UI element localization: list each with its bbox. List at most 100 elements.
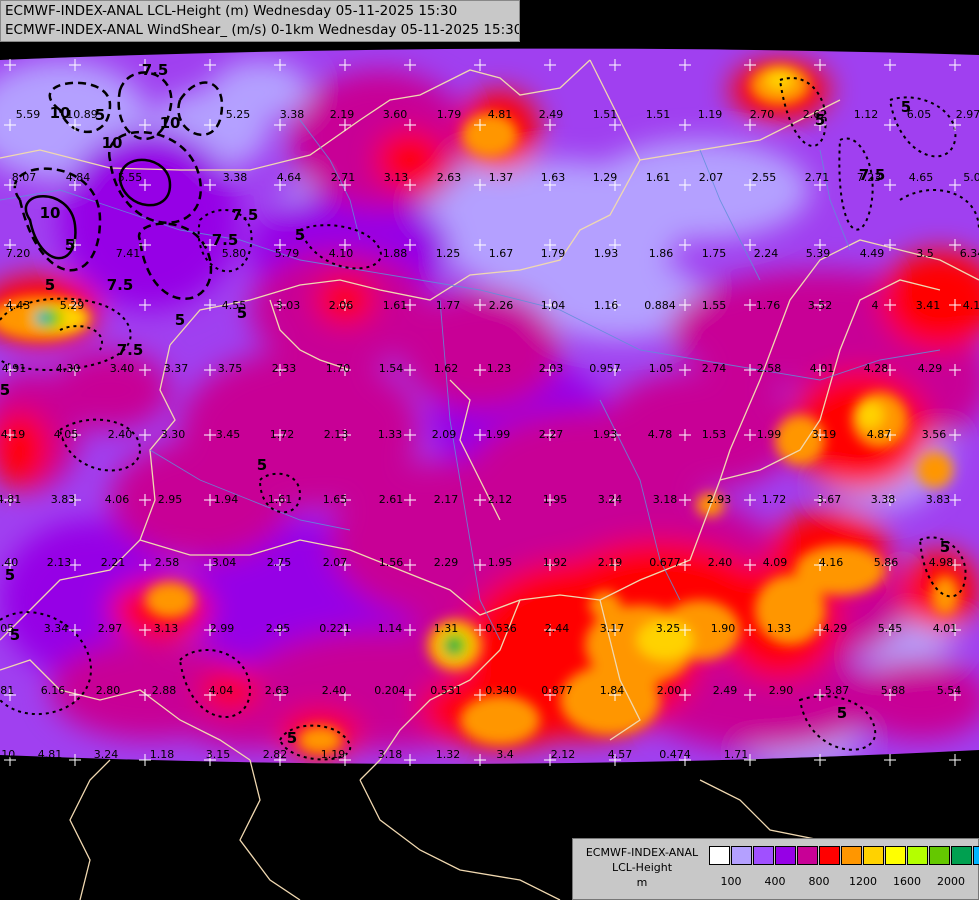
windshear-value: 2.93 <box>707 493 732 506</box>
windshear-value: 4.30 <box>56 362 81 375</box>
windshear-value: 0.957 <box>589 362 621 375</box>
windshear-value: 3.37 <box>164 362 189 375</box>
windshear-value: 0.531 <box>430 684 462 697</box>
contour-label: 5 <box>0 381 10 399</box>
windshear-value: 1.93 <box>593 428 618 441</box>
windshear-value: 1.55 <box>702 299 727 312</box>
windshear-value: 2.29 <box>434 556 459 569</box>
legend-model: ECMWF-INDEX-ANAL <box>585 846 699 859</box>
windshear-value: 1.16 <box>594 299 619 312</box>
windshear-value: 3.4 <box>496 748 514 761</box>
windshear-value: 1.72 <box>270 428 295 441</box>
windshear-value: 2.27 <box>539 428 564 441</box>
windshear-value: 4 <box>872 299 879 312</box>
windshear-value: 2.24 <box>754 247 779 260</box>
windshear-value: 1.18 <box>150 748 175 761</box>
legend-swatch <box>973 846 979 865</box>
windshear-value: 1.25 <box>436 247 461 260</box>
windshear-value: 3.04 <box>212 556 237 569</box>
windshear-value: 4.87 <box>867 428 892 441</box>
windshear-value: 2.88 <box>152 684 177 697</box>
windshear-value: 1.99 <box>486 428 511 441</box>
legend-swatch <box>775 846 796 865</box>
windshear-value: 3.52 <box>808 299 833 312</box>
windshear-value: 2.13 <box>47 556 72 569</box>
windshear-value: 1.14 <box>378 622 403 635</box>
windshear-value: 4.09 <box>763 556 788 569</box>
contour-label: 7.5 <box>859 166 886 184</box>
windshear-value: 1.90 <box>711 622 736 635</box>
windshear-value: 3.18 <box>653 493 678 506</box>
windshear-value: 2.61 <box>379 493 404 506</box>
windshear-value: 3.75 <box>218 362 243 375</box>
windshear-value: 1.10 <box>0 748 15 761</box>
windshear-value: 1.77 <box>436 299 461 312</box>
windshear-value: 1.79 <box>437 108 462 121</box>
legend-swatch <box>841 846 862 865</box>
windshear-value: 1.95 <box>543 493 568 506</box>
windshear-value: 4.05 <box>54 428 79 441</box>
windshear-value: 3.41 <box>916 299 941 312</box>
windshear-value: 2.12 <box>551 748 576 761</box>
windshear-value: 10.89 <box>66 108 98 121</box>
windshear-value: 2.33 <box>272 362 297 375</box>
windshear-value: 2.58 <box>757 362 782 375</box>
windshear-value: 5.87 <box>825 684 850 697</box>
windshear-value: 3.83 <box>51 493 76 506</box>
windshear-value: 4.65 <box>909 171 934 184</box>
legend-swatch <box>797 846 818 865</box>
windshear-value: 4.64 <box>277 171 302 184</box>
legend-swatch <box>929 846 950 865</box>
windshear-value: 4.49 <box>860 247 885 260</box>
windshear-value: 2.58 <box>155 556 180 569</box>
windshear-value: 2.80 <box>96 684 121 697</box>
windshear-value: 5.0 <box>963 171 979 184</box>
contour-label: 10 <box>160 114 181 132</box>
windshear-value: 2.82 <box>263 748 288 761</box>
windshear-value: 1.94 <box>214 493 239 506</box>
windshear-value: 1.84 <box>600 684 625 697</box>
map-title: ECMWF-INDEX-ANAL LCL-Height (m) Wednesda… <box>0 0 520 42</box>
legend-swatch <box>709 846 730 865</box>
windshear-value: 2.97 <box>98 622 123 635</box>
contour-label: 7.5 <box>107 276 134 294</box>
windshear-value: 3.38 <box>871 493 896 506</box>
contour-label: 5 <box>65 236 75 254</box>
windshear-value: 3.24 <box>598 493 623 506</box>
contour-label: 10 <box>50 104 71 122</box>
windshear-value: 6.16 <box>41 684 66 697</box>
contour-label: 5 <box>295 226 305 244</box>
windshear-value: 1.04 <box>541 299 566 312</box>
contour-label: 5 <box>95 106 105 124</box>
legend-parameter: LCL-Height <box>611 861 673 874</box>
contour-label: 5 <box>257 456 267 474</box>
windshear-value: 0.340 <box>485 684 517 697</box>
windshear-value: 3.40 <box>110 362 135 375</box>
windshear-value: 3.17 <box>600 622 625 635</box>
windshear-value: 2.21 <box>101 556 126 569</box>
windshear-value: 2.63 <box>265 684 290 697</box>
windshear-value: 3.03 <box>276 299 301 312</box>
windshear-value: 4.29 <box>823 622 848 635</box>
windshear-value: 1.31 <box>434 622 459 635</box>
windshear-value: 5.81 <box>0 684 14 697</box>
windshear-value: 1.33 <box>378 428 403 441</box>
windshear-value: 4.29 <box>918 362 943 375</box>
windshear-value: 0.877 <box>541 684 573 697</box>
contour-label: 5 <box>175 311 185 329</box>
legend-swatch <box>731 846 752 865</box>
windshear-value: 2.70 <box>750 108 775 121</box>
contour-label: 5 <box>5 566 15 584</box>
legend-swatch <box>819 846 840 865</box>
windshear-value: 2.44 <box>545 622 570 635</box>
color-legend: ECMWF-INDEX-ANAL LCL-Height m 100 400 800 1… <box>572 838 979 900</box>
windshear-value: 1.67 <box>489 247 514 260</box>
legend-swatch <box>885 846 906 865</box>
windshear-value: 1.95 <box>488 556 513 569</box>
weather-map: 5.59 10.89 5.25 3.38 2.19 3.60 1.79 4.81 2.49 1.5… <box>0 0 979 900</box>
windshear-value: 5.39 <box>806 247 831 260</box>
legend-swatches <box>709 846 979 865</box>
legend-tick: 1600 <box>893 875 921 888</box>
windshear-value: 4.06 <box>105 493 130 506</box>
windshear-value: 3.38 <box>280 108 305 121</box>
